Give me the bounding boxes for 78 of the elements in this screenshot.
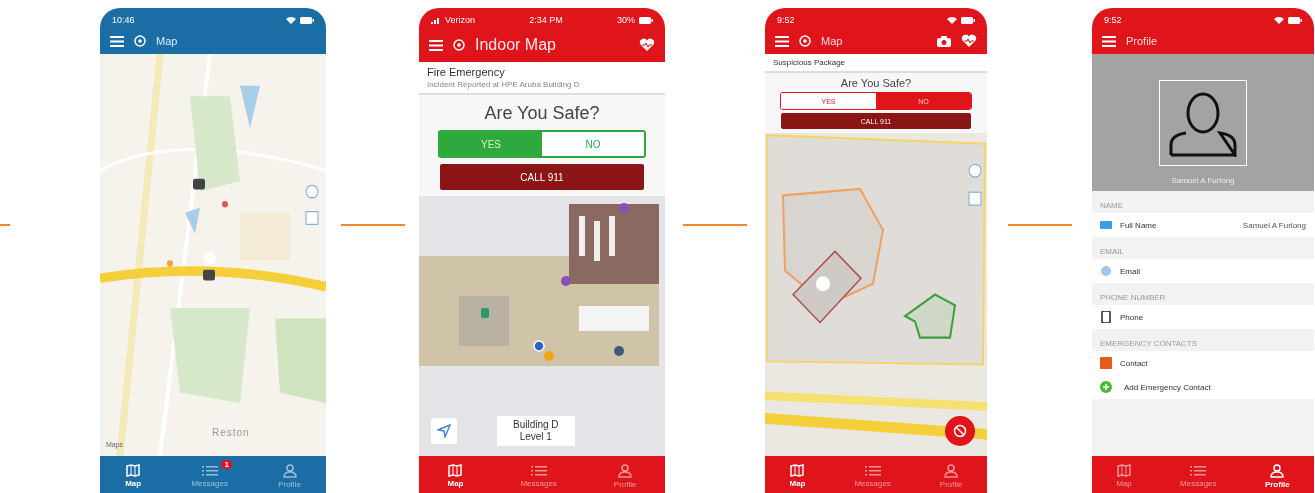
safety-question: Are You Safe? xyxy=(840,77,912,89)
status-time: 9:52 xyxy=(777,15,795,25)
screen-title: Map xyxy=(821,35,843,47)
section-heading: PHONE NUMBER xyxy=(1099,292,1167,304)
screen-title: Profile xyxy=(1126,35,1158,47)
tab-button[interactable]: Map xyxy=(119,464,148,488)
list-icon xyxy=(201,464,218,477)
map-icon xyxy=(1116,464,1131,477)
target-icon[interactable] xyxy=(799,35,811,47)
wifi-icon xyxy=(286,16,296,24)
field-label: Phone xyxy=(1120,312,1145,322)
person-icon xyxy=(1270,463,1285,478)
list-icon xyxy=(530,464,547,477)
signal-icon xyxy=(431,16,441,24)
list-icon xyxy=(864,464,881,477)
answer-option[interactable]: NO xyxy=(542,132,644,156)
tab-button[interactable]: Map xyxy=(783,464,812,488)
navigation-arrow-icon xyxy=(437,424,451,438)
profile-row[interactable]: Full Name Samuel A Furlong xyxy=(1092,213,1314,237)
menu-icon[interactable] xyxy=(110,35,124,47)
location-button[interactable] xyxy=(431,418,457,444)
battery-icon xyxy=(639,16,653,24)
target-icon[interactable] xyxy=(453,39,465,51)
status-time: 2:34 PM xyxy=(529,15,563,25)
id-card-icon xyxy=(1100,219,1112,231)
section-heading: EMAIL xyxy=(1099,246,1125,258)
carrier-name: Verizon xyxy=(445,15,476,25)
heart-pulse-icon[interactable] xyxy=(639,38,655,52)
person-icon xyxy=(618,463,633,478)
list-icon xyxy=(1190,464,1207,477)
section-heading: EMERGENCY CONTACTS xyxy=(1099,338,1199,350)
battery-icon xyxy=(1288,16,1302,24)
tab-button[interactable]: Profile xyxy=(272,463,307,489)
menu-icon[interactable] xyxy=(429,39,443,51)
section-heading: NAME xyxy=(1099,200,1125,212)
tab-button[interactable]: Profile xyxy=(1258,463,1296,489)
battery-icon xyxy=(961,16,975,24)
field-value: Samuel A Furlong xyxy=(1242,220,1306,230)
field-label: Email xyxy=(1120,266,1141,276)
status-time: 10:46 xyxy=(112,15,135,25)
profile-name: Samuel A Furlong xyxy=(1171,176,1235,185)
floor-selector-button[interactable]: Building D Level 1 xyxy=(497,416,575,446)
alert-message: Incident Reported at HPE Aruba Building D xyxy=(427,80,581,89)
field-label: Add Emergency Contact xyxy=(1123,382,1212,392)
add-icon xyxy=(1100,381,1112,393)
profile-row[interactable]: Contact xyxy=(1092,351,1314,375)
map-icon xyxy=(126,464,141,477)
map-icon xyxy=(790,464,805,477)
menu-icon[interactable] xyxy=(775,35,789,47)
phone-icon xyxy=(1100,311,1112,323)
target-icon[interactable] xyxy=(134,35,146,47)
alert-title: Fire Emergency xyxy=(427,66,506,78)
field-label: Full Name xyxy=(1120,220,1158,230)
add-contact-row[interactable]: Add Emergency Contact xyxy=(1092,375,1314,399)
battery-icon xyxy=(300,16,314,24)
map-place-label: Reston xyxy=(212,427,250,438)
profile-row[interactable]: Phone xyxy=(1092,305,1314,329)
wifi-icon xyxy=(947,16,957,24)
tab-button[interactable]: Map xyxy=(441,464,470,488)
call-911-button[interactable]: CALL 911 xyxy=(440,164,644,190)
field-label: Contact xyxy=(1120,358,1149,368)
alert-title: Suspicious Package xyxy=(773,58,847,67)
status-time: 9:52 xyxy=(1104,15,1122,25)
person-icon xyxy=(944,463,959,478)
battery-percent: 30% xyxy=(616,15,635,25)
profile-row[interactable]: Email xyxy=(1092,259,1314,283)
map-icon xyxy=(448,464,463,477)
screen-title: Map xyxy=(156,35,178,47)
camera-icon[interactable] xyxy=(937,35,951,47)
answer-option[interactable]: YES xyxy=(440,132,542,156)
heart-pulse-icon[interactable] xyxy=(961,34,977,48)
prohibition-icon xyxy=(953,424,967,438)
menu-icon[interactable] xyxy=(1102,35,1116,47)
notification-badge: 1 xyxy=(221,459,232,469)
screen-title: Indoor Map xyxy=(475,36,556,54)
person-icon xyxy=(282,463,297,478)
wifi-icon xyxy=(1274,16,1284,24)
safety-question: Are You Safe? xyxy=(484,103,600,124)
